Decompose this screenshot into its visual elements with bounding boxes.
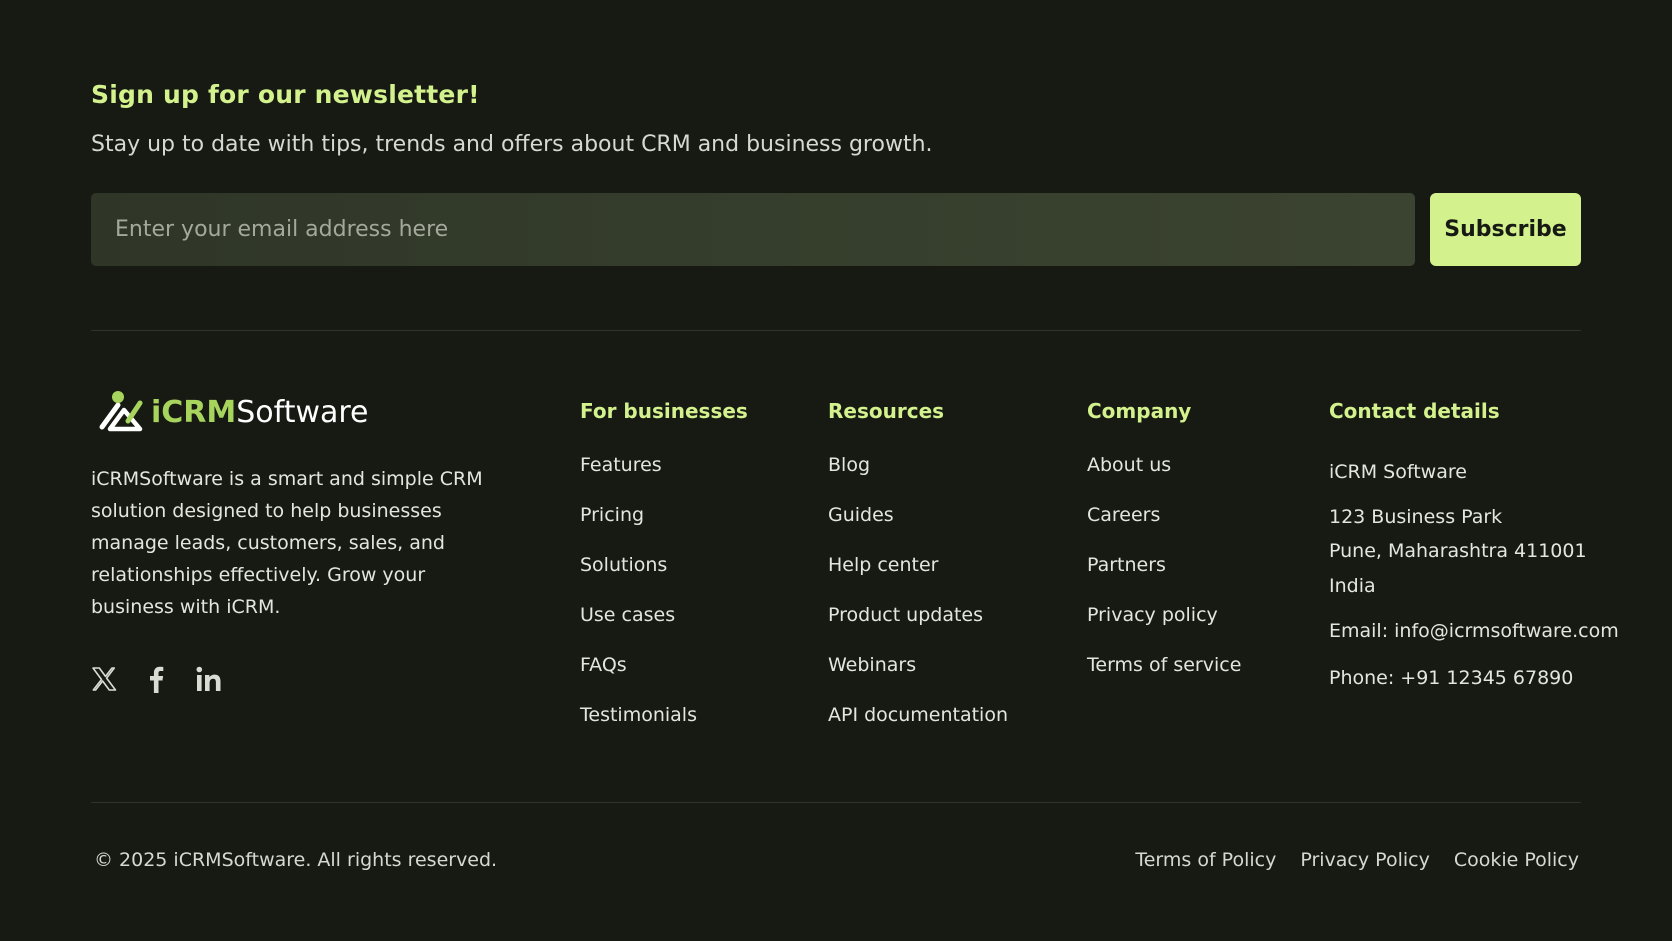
email-input[interactable] <box>91 193 1415 266</box>
link-webinars[interactable]: Webinars <box>828 654 1008 704</box>
contact-address-line1: 123 Business Park <box>1329 506 1503 528</box>
social-links <box>91 665 223 693</box>
link-privacy-policy[interactable]: Privacy policy <box>1087 604 1241 654</box>
link-privacy-policy-footer[interactable]: Privacy Policy <box>1300 849 1429 871</box>
link-help-center[interactable]: Help center <box>828 554 1008 604</box>
linkedin-icon[interactable] <box>195 665 223 693</box>
contact-phone[interactable]: Phone: +91 12345 67890 <box>1329 667 1573 689</box>
column-resources-title: Resources <box>828 399 945 423</box>
link-careers[interactable]: Careers <box>1087 504 1241 554</box>
link-features[interactable]: Features <box>580 454 697 504</box>
contact-address-line3: India <box>1329 575 1376 597</box>
column-company-title: Company <box>1087 399 1192 423</box>
legal-links: Terms of Policy Privacy Policy Cookie Po… <box>1135 849 1579 871</box>
newsletter-title: Sign up for our newsletter! <box>91 80 480 109</box>
contact-company-name: iCRM Software <box>1329 461 1467 483</box>
link-pricing[interactable]: Pricing <box>580 504 697 554</box>
divider-top <box>91 330 1581 331</box>
link-testimonials[interactable]: Testimonials <box>580 704 697 754</box>
column-businesses-title: For businesses <box>580 399 748 423</box>
link-faqs[interactable]: FAQs <box>580 654 697 704</box>
column-resources: Resources Blog Guides Help center Produc… <box>828 399 1008 726</box>
x-twitter-icon[interactable] <box>91 666 117 692</box>
contact-address-line2: Pune, Maharashtra 411001 <box>1329 540 1587 562</box>
brand-description: iCRMSoftware is a smart and simple CRM s… <box>91 468 483 618</box>
newsletter-subtitle: Stay up to date with tips, trends and of… <box>91 132 933 157</box>
link-about-us[interactable]: About us <box>1087 454 1241 504</box>
link-guides[interactable]: Guides <box>828 504 1008 554</box>
brand-logo[interactable]: iCRMSoftware <box>97 388 369 436</box>
column-contact: Contact details iCRM Software 123 Busine… <box>1329 399 1619 689</box>
contact-title: Contact details <box>1329 399 1500 423</box>
contact-email[interactable]: Email: info@icrmsoftware.com <box>1329 620 1619 642</box>
link-product-updates[interactable]: Product updates <box>828 604 1008 654</box>
link-use-cases[interactable]: Use cases <box>580 604 697 654</box>
brand-name-software: Software <box>236 394 369 430</box>
brand-name-icrm: iCRM <box>151 394 237 430</box>
divider-bottom <box>91 802 1581 803</box>
link-api-documentation[interactable]: API documentation <box>828 704 1008 754</box>
link-blog[interactable]: Blog <box>828 454 1008 504</box>
footer-page: Sign up for our newsletter! Stay up to d… <box>0 0 1672 941</box>
copyright-text: © 2025 iCRMSoftware. All rights reserved… <box>94 849 498 871</box>
column-company: Company About us Careers Partners Privac… <box>1087 399 1241 676</box>
subscribe-button[interactable]: Subscribe <box>1430 193 1581 266</box>
link-terms-of-policy[interactable]: Terms of Policy <box>1135 849 1276 871</box>
column-businesses: For businesses Features Pricing Solution… <box>580 399 748 726</box>
link-partners[interactable]: Partners <box>1087 554 1241 604</box>
brand-name: iCRMSoftware <box>151 395 369 430</box>
link-terms-of-service[interactable]: Terms of service <box>1087 654 1241 704</box>
facebook-icon[interactable] <box>143 665 169 693</box>
link-solutions[interactable]: Solutions <box>580 554 697 604</box>
logo-mark-icon <box>97 388 145 436</box>
link-cookie-policy[interactable]: Cookie Policy <box>1454 849 1579 871</box>
